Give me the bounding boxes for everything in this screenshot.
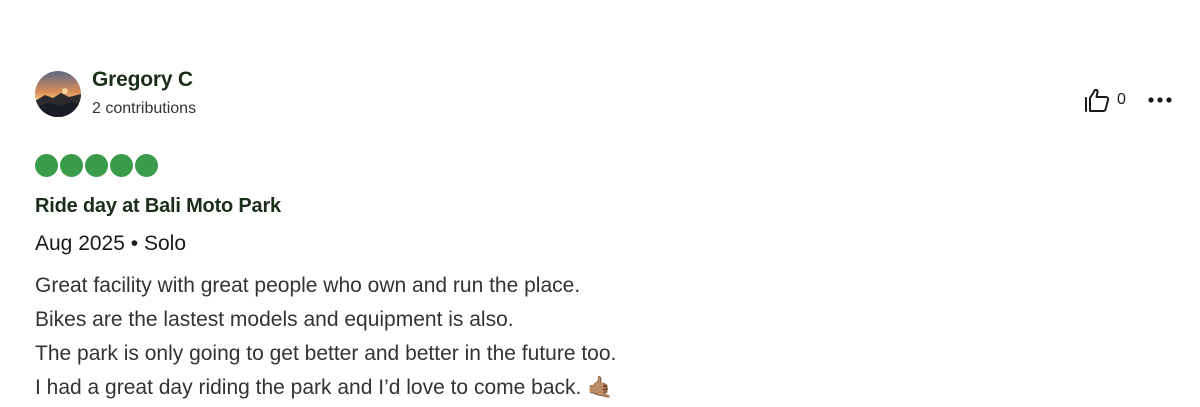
- thumbs-up-icon: [1083, 86, 1111, 114]
- user-name[interactable]: Gregory C: [92, 68, 193, 92]
- more-options-button[interactable]: [1146, 90, 1174, 110]
- review-title[interactable]: Ride day at Bali Moto Park: [35, 195, 281, 218]
- trip-type: Solo: [143, 232, 186, 255]
- rating-bubble: [110, 154, 133, 177]
- review-body-line: I had a great day riding the park and I’…: [35, 376, 614, 399]
- avatar[interactable]: [35, 71, 81, 117]
- rating-bubbles: [35, 154, 158, 177]
- rating-bubble: [35, 154, 58, 177]
- trip-date: Aug 2025: [35, 232, 125, 255]
- rating-bubble: [135, 154, 158, 177]
- helpful-button[interactable]: 0: [1083, 86, 1126, 114]
- helpful-count: 0: [1117, 91, 1126, 108]
- review-body-line: Bikes are the lastest models and equipme…: [35, 308, 514, 331]
- more-horizontal-icon: [1146, 90, 1174, 110]
- rating-bubble: [85, 154, 108, 177]
- rating-bubble: [60, 154, 83, 177]
- review-body-line: The park is only going to get better and…: [35, 342, 617, 365]
- user-contributions: 2 contributions: [92, 100, 197, 117]
- review-card: Gregory C 2 contributions 0 Ride day at …: [0, 0, 1200, 407]
- review-body-line: Great facility with great people who own…: [35, 274, 581, 297]
- trip-info: Aug 2025 • Solo: [35, 232, 186, 256]
- review-body: Great facility with great people who own…: [35, 269, 616, 405]
- trip-separator: •: [130, 232, 139, 255]
- avatar-photo-icon: [35, 71, 81, 117]
